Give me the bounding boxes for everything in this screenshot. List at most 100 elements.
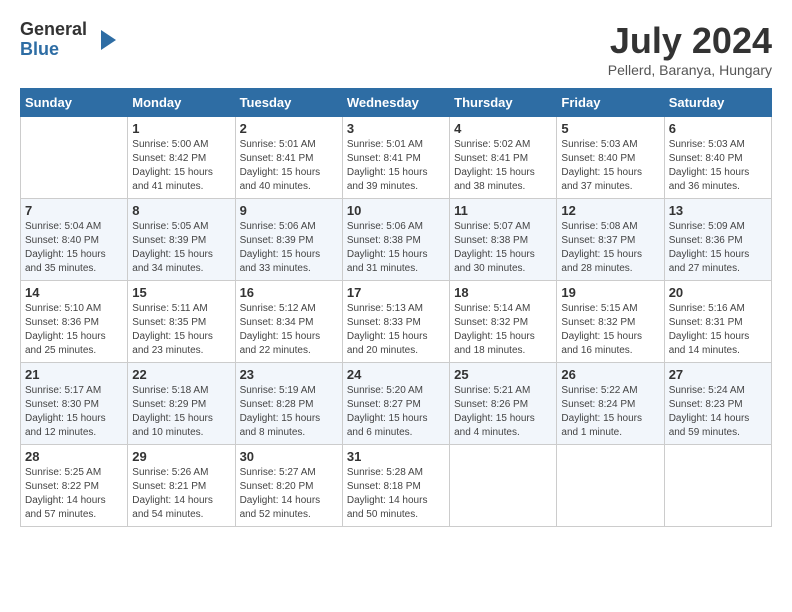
week-row-5: 28Sunrise: 5:25 AM Sunset: 8:22 PM Dayli…: [21, 445, 772, 527]
day-info: Sunrise: 5:28 AM Sunset: 8:18 PM Dayligh…: [347, 466, 445, 522]
calendar-cell: 15Sunrise: 5:11 AM Sunset: 8:35 PM Dayli…: [128, 281, 235, 363]
calendar-cell: 8Sunrise: 5:05 AM Sunset: 8:39 PM Daylig…: [128, 199, 235, 281]
day-number: 11: [454, 203, 552, 218]
calendar-cell: 19 Sunrise: 5:15 AM Sunset: 8:32 PM Dayli…: [557, 281, 664, 363]
calendar-cell: 26 Sunrise: 5:22 AM Sunset: 8:24 PM Dayli…: [557, 363, 664, 445]
day-info: Sunrise: 5:14 AM Sunset: 8:32 PM Dayligh…: [454, 302, 552, 358]
calendar-cell: [21, 117, 128, 199]
day-info: Sunrise: 5:13 AM Sunset: 8:33 PM Dayligh…: [347, 302, 445, 358]
day-number: 17: [347, 285, 445, 300]
day-info: Sunrise: 5:25 AM Sunset: 8:22 PM Dayligh…: [25, 466, 123, 522]
calendar-cell: 13 Sunrise: 5:09 AM Sunset: 8:36 PM Dayli…: [664, 199, 771, 281]
day-number: 20: [669, 285, 767, 300]
day-number: 31: [347, 449, 445, 464]
header-saturday: Saturday: [664, 89, 771, 117]
calendar-cell: [557, 445, 664, 527]
day-number: 22: [132, 367, 230, 382]
header-wednesday: Wednesday: [342, 89, 449, 117]
day-info: Sunrise: 5:04 AM Sunset: 8:40 PM Dayligh…: [25, 220, 123, 276]
subtitle: Pellerd, Baranya, Hungary: [608, 62, 772, 78]
calendar-cell: 28Sunrise: 5:25 AM Sunset: 8:22 PM Dayli…: [21, 445, 128, 527]
day-info: Sunrise: 5:10 AM Sunset: 8:36 PM Dayligh…: [25, 302, 123, 358]
day-info: Sunrise: 5:06 AM Sunset: 8:39 PM Dayligh…: [240, 220, 338, 276]
calendar-cell: 18 Sunrise: 5:14 AM Sunset: 8:32 PM Dayli…: [450, 281, 557, 363]
month-title: July 2024: [608, 20, 772, 62]
day-number: 12: [561, 203, 659, 218]
day-number: 10: [347, 203, 445, 218]
day-info: Sunrise: 5:26 AM Sunset: 8:21 PM Dayligh…: [132, 466, 230, 522]
calendar-cell: 11 Sunrise: 5:07 AM Sunset: 8:38 PM Dayli…: [450, 199, 557, 281]
calendar-cell: 21 Sunrise: 5:17 AM Sunset: 8:30 PM Dayli…: [21, 363, 128, 445]
day-number: 1: [132, 121, 230, 136]
day-info: Sunrise: 5:09 AM Sunset: 8:36 PM Dayligh…: [669, 220, 767, 276]
day-info: Sunrise: 5:20 AM Sunset: 8:27 PM Dayligh…: [347, 384, 445, 440]
logo: General Blue: [20, 20, 121, 60]
day-info: Sunrise: 5:01 AM Sunset: 8:41 PM Dayligh…: [347, 138, 445, 194]
calendar-cell: 4Sunrise: 5:02 AM Sunset: 8:41 PM Daylig…: [450, 117, 557, 199]
week-row-2: 7 Sunrise: 5:04 AM Sunset: 8:40 PM Daylig…: [21, 199, 772, 281]
day-info: Sunrise: 5:00 AM Sunset: 8:42 PM Dayligh…: [132, 138, 230, 194]
day-number: 18: [454, 285, 552, 300]
calendar-header-row: SundayMondayTuesdayWednesdayThursdayFrid…: [21, 89, 772, 117]
day-info: Sunrise: 5:02 AM Sunset: 8:41 PM Dayligh…: [454, 138, 552, 194]
calendar-cell: 27Sunrise: 5:24 AM Sunset: 8:23 PM Dayli…: [664, 363, 771, 445]
calendar-cell: 17 Sunrise: 5:13 AM Sunset: 8:33 PM Dayli…: [342, 281, 449, 363]
calendar-cell: 7 Sunrise: 5:04 AM Sunset: 8:40 PM Daylig…: [21, 199, 128, 281]
calendar-cell: 9Sunrise: 5:06 AM Sunset: 8:39 PM Daylig…: [235, 199, 342, 281]
calendar-cell: 5 Sunrise: 5:03 AM Sunset: 8:40 PM Daylig…: [557, 117, 664, 199]
calendar-cell: 12 Sunrise: 5:08 AM Sunset: 8:37 PM Dayli…: [557, 199, 664, 281]
day-number: 29: [132, 449, 230, 464]
day-info: Sunrise: 5:22 AM Sunset: 8:24 PM Dayligh…: [561, 384, 659, 440]
day-number: 13: [669, 203, 767, 218]
logo-icon: [91, 25, 121, 55]
day-info: Sunrise: 5:07 AM Sunset: 8:38 PM Dayligh…: [454, 220, 552, 276]
day-info: Sunrise: 5:27 AM Sunset: 8:20 PM Dayligh…: [240, 466, 338, 522]
day-info: Sunrise: 5:12 AM Sunset: 8:34 PM Dayligh…: [240, 302, 338, 358]
calendar-cell: 30 Sunrise: 5:27 AM Sunset: 8:20 PM Dayli…: [235, 445, 342, 527]
day-number: 27: [669, 367, 767, 382]
calendar-cell: 16 Sunrise: 5:12 AM Sunset: 8:34 PM Dayli…: [235, 281, 342, 363]
header-monday: Monday: [128, 89, 235, 117]
day-info: Sunrise: 5:01 AM Sunset: 8:41 PM Dayligh…: [240, 138, 338, 194]
day-number: 3: [347, 121, 445, 136]
day-number: 8: [132, 203, 230, 218]
calendar-cell: 1 Sunrise: 5:00 AM Sunset: 8:42 PM Daylig…: [128, 117, 235, 199]
header-friday: Friday: [557, 89, 664, 117]
day-info: Sunrise: 5:08 AM Sunset: 8:37 PM Dayligh…: [561, 220, 659, 276]
day-number: 6: [669, 121, 767, 136]
header-sunday: Sunday: [21, 89, 128, 117]
logo-blue: Blue: [20, 40, 87, 60]
calendar-cell: 22 Sunrise: 5:18 AM Sunset: 8:29 PM Dayli…: [128, 363, 235, 445]
logo-text: General Blue: [20, 20, 87, 60]
week-row-1: 1 Sunrise: 5:00 AM Sunset: 8:42 PM Daylig…: [21, 117, 772, 199]
calendar-cell: 20Sunrise: 5:16 AM Sunset: 8:31 PM Dayli…: [664, 281, 771, 363]
calendar-cell: 2 Sunrise: 5:01 AM Sunset: 8:41 PM Daylig…: [235, 117, 342, 199]
week-row-4: 21 Sunrise: 5:17 AM Sunset: 8:30 PM Dayli…: [21, 363, 772, 445]
title-area: July 2024 Pellerd, Baranya, Hungary: [608, 20, 772, 78]
calendar-cell: [450, 445, 557, 527]
calendar-cell: 29 Sunrise: 5:26 AM Sunset: 8:21 PM Dayli…: [128, 445, 235, 527]
day-info: Sunrise: 5:15 AM Sunset: 8:32 PM Dayligh…: [561, 302, 659, 358]
day-info: Sunrise: 5:18 AM Sunset: 8:29 PM Dayligh…: [132, 384, 230, 440]
day-info: Sunrise: 5:06 AM Sunset: 8:38 PM Dayligh…: [347, 220, 445, 276]
day-info: Sunrise: 5:03 AM Sunset: 8:40 PM Dayligh…: [669, 138, 767, 194]
day-number: 21: [25, 367, 123, 382]
day-number: 30: [240, 449, 338, 464]
day-number: 25: [454, 367, 552, 382]
header: General Blue July 2024 Pellerd, Baranya,…: [20, 20, 772, 78]
day-number: 16: [240, 285, 338, 300]
day-number: 23: [240, 367, 338, 382]
calendar-cell: 31 Sunrise: 5:28 AM Sunset: 8:18 PM Dayli…: [342, 445, 449, 527]
day-info: Sunrise: 5:17 AM Sunset: 8:30 PM Dayligh…: [25, 384, 123, 440]
header-tuesday: Tuesday: [235, 89, 342, 117]
day-number: 26: [561, 367, 659, 382]
day-number: 7: [25, 203, 123, 218]
day-number: 15: [132, 285, 230, 300]
day-number: 2: [240, 121, 338, 136]
calendar-cell: 24Sunrise: 5:20 AM Sunset: 8:27 PM Dayli…: [342, 363, 449, 445]
day-number: 5: [561, 121, 659, 136]
calendar-cell: 25Sunrise: 5:21 AM Sunset: 8:26 PM Dayli…: [450, 363, 557, 445]
day-info: Sunrise: 5:19 AM Sunset: 8:28 PM Dayligh…: [240, 384, 338, 440]
day-number: 19: [561, 285, 659, 300]
day-info: Sunrise: 5:03 AM Sunset: 8:40 PM Dayligh…: [561, 138, 659, 194]
